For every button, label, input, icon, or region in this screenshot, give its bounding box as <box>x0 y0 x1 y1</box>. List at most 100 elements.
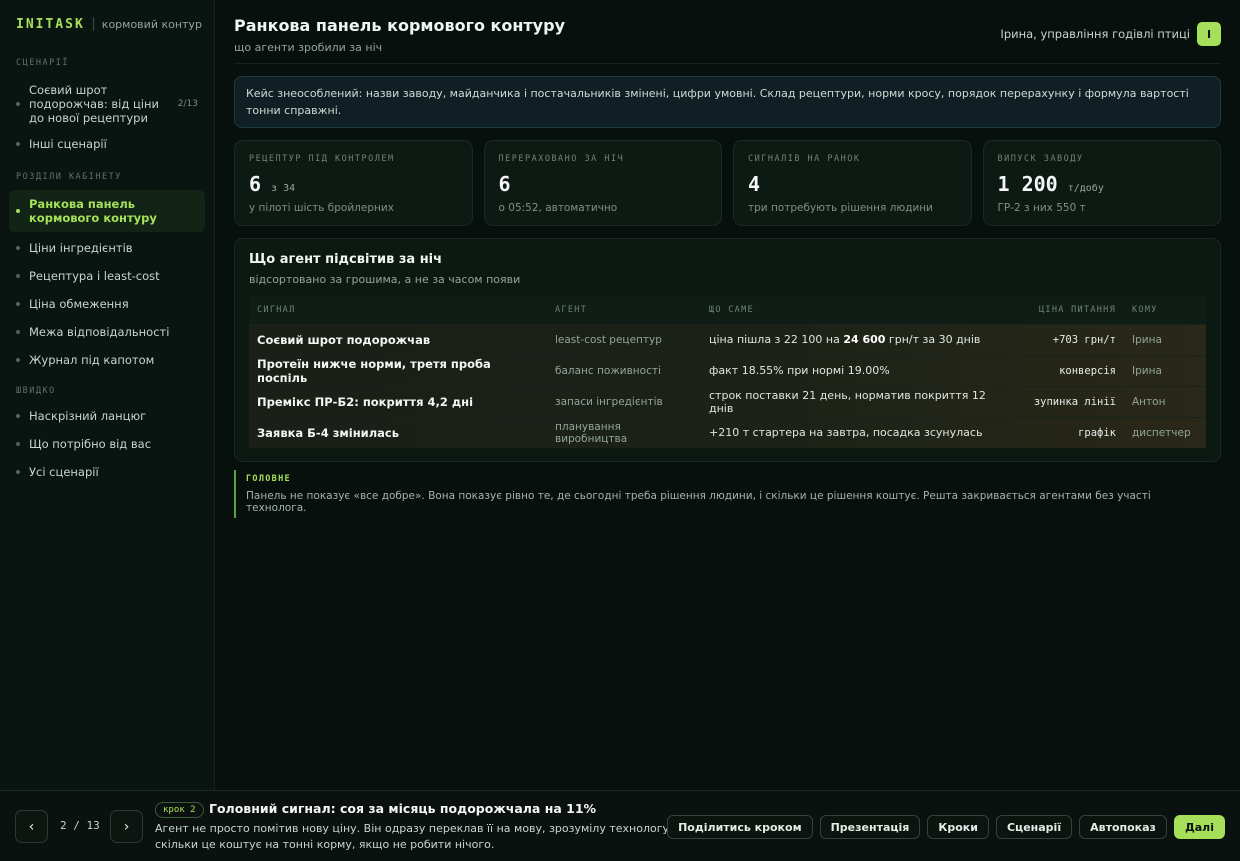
sidebar-item-recipe-least-cost[interactable]: Рецептура і least-cost <box>9 264 205 288</box>
kpi-row: РЕЦЕПТУР ПІД КОНТРОЛЕМ 6 з 34 у пілоті ш… <box>234 140 1221 226</box>
kpi-label: СИГНАЛІВ НА РАНОК <box>748 154 861 164</box>
sidebar-item-log[interactable]: Журнал під капотом <box>9 348 205 372</box>
autoplay-button[interactable]: Автопоказ <box>1079 815 1167 839</box>
signals-panel: Що агент підсвітив за ніч відсортовано з… <box>234 238 1221 462</box>
chevron-left-icon: ‹ <box>28 818 35 835</box>
signal-detail-text: ціна пішла з 22 100 на <box>709 333 844 346</box>
table-header-row: СИГНАЛ АГЕНТ ЩО САМЕ ЦІНА ПИТАННЯ КОМУ <box>249 296 1206 324</box>
steps-button[interactable]: Кроки <box>927 815 989 839</box>
signal-detail: ціна пішла з 22 100 на 24 600 грн/т за 3… <box>701 323 1000 355</box>
bullet-icon <box>16 470 20 474</box>
sidebar-item-label: Що потрібно від вас <box>29 437 152 451</box>
sidebar-item-constraint-price[interactable]: Ціна обмеження <box>9 292 205 316</box>
table-row[interactable]: Соєвий шрот подорожчав least-cost рецепт… <box>249 323 1206 355</box>
page-header: Ранкова панель кормового контуру що аген… <box>234 0 1221 64</box>
signal-detail-highlight: 24 600 <box>843 333 886 346</box>
signal-agent: планування виробництва <box>547 416 701 448</box>
signal-owner: диспетчер <box>1124 416 1206 448</box>
sidebar-item-morning-panel[interactable]: Ранкова панель кормового контуру <box>9 190 205 232</box>
sections-section-label: РОЗДІЛИ КАБІНЕТУ <box>16 172 122 182</box>
kpi-value: 6 з 34 <box>249 172 458 196</box>
signal-agent: баланс поживності <box>547 354 701 386</box>
bullet-icon <box>16 274 20 278</box>
sidebar-item-responsibility[interactable]: Межа відповідальності <box>9 320 205 344</box>
brand-divider <box>92 17 94 31</box>
signal-owner: Ірина <box>1124 323 1206 355</box>
step-description: Агент не просто помітив нову ціну. Він о… <box>155 822 673 851</box>
bullet-icon <box>16 358 20 362</box>
kpi-value: 4 <box>748 172 957 196</box>
signal-cost: конверсія <box>1000 354 1124 386</box>
callout-text: Панель не показує «все добре». Вона пока… <box>246 490 1151 514</box>
kpi-number: 4 <box>748 172 761 196</box>
bullet-icon <box>16 442 20 446</box>
page-title: Ранкова панель кормового контуру <box>234 16 565 35</box>
user-name: Ірина, управління годівлі птиці <box>1000 27 1190 41</box>
column-header-agent: АГЕНТ <box>547 296 701 324</box>
avatar[interactable]: І <box>1197 22 1221 46</box>
chevron-right-icon: › <box>123 818 130 835</box>
kpi-caption: у пілоті шість бройлерних <box>249 202 394 214</box>
kpi-card-signals: СИГНАЛІВ НА РАНОК 4 три потребують рішен… <box>733 140 972 226</box>
step-counter: 2 / 13 <box>60 819 100 832</box>
bullet-icon <box>16 246 20 250</box>
scenario-progress: 2/13 <box>177 99 198 109</box>
next-step-arrow-button[interactable]: › <box>110 810 143 843</box>
column-header-signal: СИГНАЛ <box>249 296 547 324</box>
footer-actions: Поділитись кроком Презентація Кроки Сцен… <box>667 815 1225 839</box>
column-header-cost: ЦІНА ПИТАННЯ <box>1000 296 1124 324</box>
sidebar-item-soy-scenario[interactable]: Соєвий шрот подорожчав: від ціни до ново… <box>9 76 205 132</box>
bullet-icon <box>16 330 20 334</box>
kpi-value: 1 200 т/добу <box>998 172 1207 196</box>
page-heading: Ранкова панель кормового контуру що аген… <box>234 16 565 54</box>
signals-subtitle: відсортовано за грошима, а не за часом п… <box>249 273 521 286</box>
sidebar-item-label: Ранкова панель кормового контуру <box>29 197 157 225</box>
next-button[interactable]: Далі <box>1173 815 1225 839</box>
sidebar-item-label: Ціна обмеження <box>29 297 129 311</box>
walkthrough-bar: ‹ 2 / 13 › крок 2 Головний сигнал: соя з… <box>0 790 1240 861</box>
kpi-caption: ГР-2 з них 550 т <box>997 202 1086 214</box>
kpi-number: 1 200 <box>997 172 1058 196</box>
sidebar-item-label: Наскрізний ланцюг <box>29 409 147 423</box>
bullet-icon <box>16 209 20 213</box>
sidebar: INITASK кормовий контур СЦЕНАРІЇ Соєвий … <box>0 0 215 790</box>
sidebar-item-what-needed[interactable]: Що потрібно від вас <box>9 432 205 456</box>
signal-name: Соєвий шрот подорожчав <box>249 323 547 355</box>
column-header-to: КОМУ <box>1124 296 1206 324</box>
app-shell: INITASK кормовий контур СЦЕНАРІЇ Соєвий … <box>0 0 1240 790</box>
signals-title: Що агент підсвітив за ніч <box>249 252 443 267</box>
sidebar-item-label: Інші сценарії <box>29 137 107 151</box>
kpi-number: 6 <box>249 172 262 196</box>
kpi-caption: о 05:52, автоматично <box>498 202 618 214</box>
signal-cost: +703 грн/т <box>1000 323 1124 355</box>
bullet-icon <box>16 102 20 106</box>
sidebar-item-ingredient-prices[interactable]: Ціни інгредієнтів <box>9 236 205 260</box>
share-step-button[interactable]: Поділитись кроком <box>667 815 813 839</box>
main-content: Ранкова панель кормового контуру що аген… <box>215 0 1240 790</box>
signal-agent: запаси інгредієнтів <box>547 385 701 417</box>
table-row[interactable]: Заявка Б-4 змінилась планування виробниц… <box>249 416 1206 448</box>
signal-detail: строк поставки 21 день, норматив покритт… <box>701 385 1000 417</box>
signal-name: Премікс ПР-Б2: покриття 4,2 дні <box>249 385 547 417</box>
presentation-button[interactable]: Презентація <box>819 815 921 839</box>
sidebar-item-all-scenarios[interactable]: Усі сценарії <box>9 460 205 484</box>
bullet-icon <box>16 414 20 418</box>
sidebar-item-end-to-end[interactable]: Наскрізний ланцюг <box>9 404 205 428</box>
kpi-unit: з 34 <box>271 183 296 194</box>
quick-section-label: ШВИДКО <box>16 386 56 396</box>
prev-step-button[interactable]: ‹ <box>15 810 48 843</box>
user-menu[interactable]: Ірина, управління годівлі птиці І <box>1000 22 1221 46</box>
table-row[interactable]: Премікс ПР-Б2: покриття 4,2 дні запаси і… <box>249 385 1206 417</box>
signal-name: Заявка Б-4 змінилась <box>249 416 547 448</box>
kpi-card-recalculated: ПЕРЕРАХОВАНО ЗА НІЧ 6 о 05:52, автоматич… <box>483 140 722 226</box>
kpi-label: ПЕРЕРАХОВАНО ЗА НІЧ <box>498 154 625 164</box>
sidebar-item-label: Межа відповідальності <box>29 325 170 339</box>
sidebar-item-other-scenarios[interactable]: Інші сценарії <box>9 132 205 156</box>
column-header-what: ЩО САМЕ <box>701 296 1000 324</box>
kpi-number: 6 <box>498 172 511 196</box>
kpi-value: 6 <box>499 172 708 196</box>
sidebar-item-label: Журнал під капотом <box>29 353 155 367</box>
brand-logo[interactable]: INITASK <box>16 17 85 32</box>
table-row[interactable]: Протеїн нижче норми, третя проба поспіль… <box>249 354 1206 386</box>
scenarios-button[interactable]: Сценарії <box>995 815 1073 839</box>
